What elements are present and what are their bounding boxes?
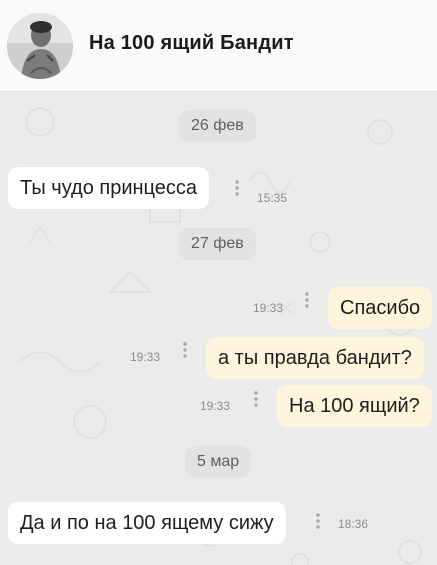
message-time: 19:33 <box>130 350 161 364</box>
incoming-message[interactable]: Да и по на 100 ящему сижу <box>8 502 286 544</box>
chat-header: На 100 ящий Бандит <box>0 0 437 92</box>
date-separator: 27 фев <box>179 228 256 260</box>
vertical-dots-icon[interactable] <box>316 512 320 530</box>
outgoing-message[interactable]: Спасибо <box>328 287 433 329</box>
message-time: 19:33 <box>253 301 284 315</box>
date-separator: 5 мар <box>185 446 252 478</box>
message-list: 26 фев Ты чудо принцесса 15:35 27 фев 19… <box>0 92 437 565</box>
outgoing-message[interactable]: На 100 ящий? <box>277 385 432 427</box>
vertical-dots-icon[interactable] <box>183 341 187 359</box>
incoming-message[interactable]: Ты чудо принцесса <box>8 167 210 209</box>
contact-avatar[interactable] <box>7 13 73 79</box>
avatar-photo-icon <box>7 13 73 79</box>
date-separator: 26 фев <box>179 110 256 142</box>
contact-name[interactable]: На 100 ящий Бандит <box>89 32 294 55</box>
vertical-dots-icon[interactable] <box>254 390 258 408</box>
message-time: 19:33 <box>200 399 231 413</box>
outgoing-message[interactable]: а ты правда бандит? <box>206 337 424 379</box>
vertical-dots-icon[interactable] <box>305 291 309 309</box>
vertical-dots-icon[interactable] <box>235 179 239 197</box>
message-time: 15:35 <box>257 191 288 205</box>
message-time: 18:36 <box>338 517 369 531</box>
